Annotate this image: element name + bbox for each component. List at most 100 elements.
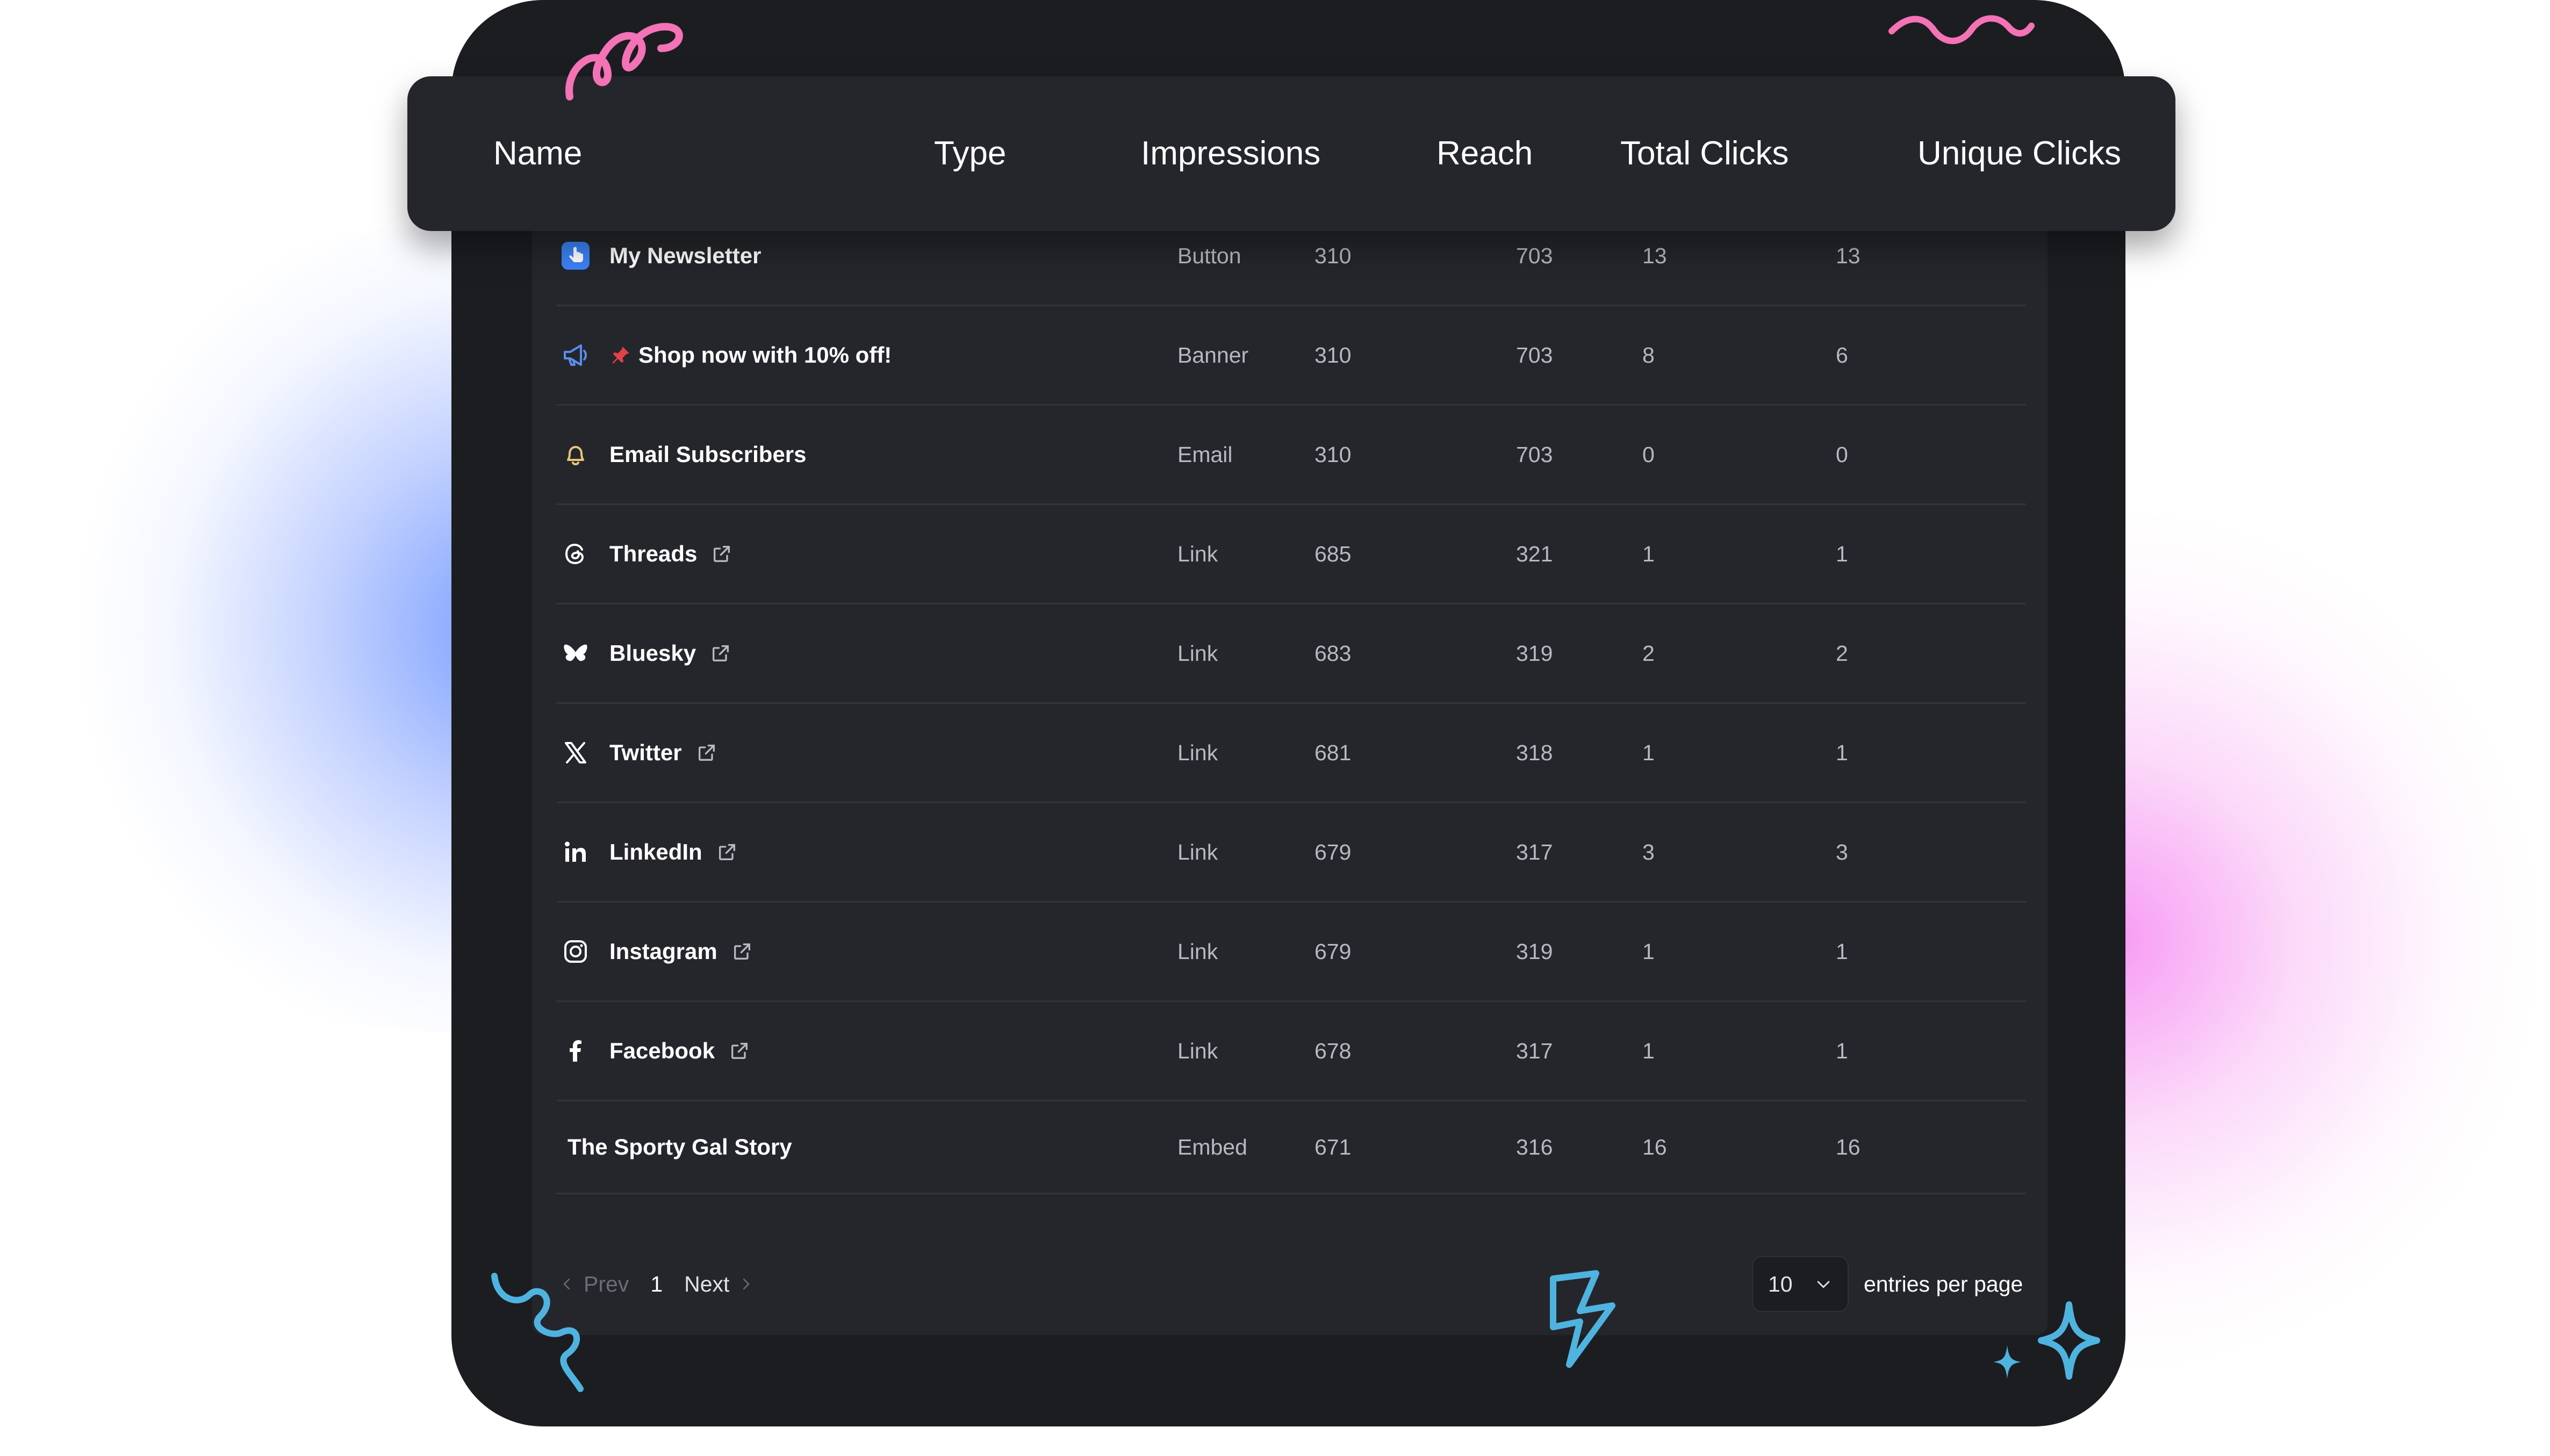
- cell-type: Embed: [1177, 1134, 1247, 1159]
- row-name-label: Shop now with 10% off!: [638, 342, 892, 367]
- cell-unique: 16: [1836, 1134, 1861, 1159]
- row-name-label: Twitter: [609, 740, 682, 765]
- chevron-down-icon: [1817, 1281, 1830, 1288]
- row-name-label: Threads: [609, 541, 698, 566]
- pink-wave-top-right: [1888, 15, 2035, 45]
- cell-type: Link: [1177, 839, 1218, 864]
- external-link-icon[interactable]: [716, 841, 738, 863]
- column-header-impressions[interactable]: Impressions: [1141, 76, 1320, 231]
- cell-name[interactable]: Shop now with 10% off!: [557, 306, 892, 404]
- bluesky-icon: [557, 635, 594, 672]
- pushpin-icon: [609, 344, 632, 366]
- column-header-total-clicks[interactable]: Total Clicks: [1620, 76, 1789, 231]
- cell-name[interactable]: Email Subscribers: [557, 406, 807, 503]
- cell-impressions: 683: [1314, 640, 1352, 666]
- cell-total: 16: [1642, 1134, 1667, 1159]
- cell-type: Link: [1177, 939, 1218, 964]
- cell-impressions: 681: [1314, 740, 1352, 765]
- page-number-1[interactable]: 1: [650, 1272, 663, 1297]
- cell-impressions: 310: [1314, 442, 1352, 467]
- table-row[interactable]: LinkedIn Link 679 317 3 3: [557, 803, 2026, 903]
- facebook-icon: [557, 1032, 594, 1070]
- cell-impressions: 678: [1314, 1038, 1352, 1063]
- cell-total: 1: [1642, 939, 1655, 964]
- cell-impressions: 671: [1314, 1134, 1352, 1159]
- cell-name[interactable]: Threads: [557, 505, 732, 603]
- external-link-icon[interactable]: [711, 543, 732, 565]
- table-row[interactable]: Twitter Link 681 318 1 1: [557, 704, 2026, 803]
- cell-total: 8: [1642, 342, 1655, 367]
- table-row[interactable]: Threads Link 685 321 1 1: [557, 505, 2026, 604]
- table-row[interactable]: The Sporty Gal Story Embed 671 316 16 16: [557, 1101, 2026, 1194]
- external-link-icon[interactable]: [729, 1040, 750, 1062]
- row-name-label: LinkedIn: [609, 839, 702, 864]
- threads-icon: [557, 535, 594, 573]
- instagram-icon: [557, 933, 594, 970]
- next-button[interactable]: Next: [684, 1272, 754, 1297]
- table-row[interactable]: Facebook Link 678 317 1 1: [557, 1002, 2026, 1101]
- cell-reach: 316: [1516, 1134, 1553, 1159]
- cell-impressions: 679: [1314, 839, 1352, 864]
- cell-total: 3: [1642, 839, 1655, 864]
- cell-reach: 319: [1516, 640, 1553, 666]
- cell-reach: 321: [1516, 541, 1553, 566]
- cell-impressions: 685: [1314, 541, 1352, 566]
- bell-icon: [557, 436, 594, 473]
- cell-name[interactable]: LinkedIn: [557, 803, 738, 901]
- cell-reach: 317: [1516, 1038, 1553, 1063]
- next-label: Next: [684, 1271, 730, 1296]
- sparkle-large-icon: [2038, 1301, 2100, 1380]
- per-page-control: 10 entries per page: [1752, 1256, 2023, 1312]
- megaphone-icon: [557, 336, 594, 374]
- cell-reach: 318: [1516, 740, 1553, 765]
- cell-type: Email: [1177, 442, 1233, 467]
- cell-total: 1: [1642, 1038, 1655, 1063]
- x-twitter-icon: [557, 734, 594, 772]
- per-page-value: 10: [1768, 1271, 1793, 1296]
- cell-unique: 1: [1836, 740, 1848, 765]
- cell-name[interactable]: Instagram: [557, 903, 753, 1000]
- cell-unique: 1: [1836, 1038, 1848, 1063]
- cell-unique: 2: [1836, 640, 1848, 666]
- table-body: My Newsletter Button 310 703 13 13 Shop now wi…: [557, 207, 2026, 1194]
- table-row[interactable]: Email Subscribers Email 310 703 0 0: [557, 406, 2026, 505]
- cell-reach: 703: [1516, 342, 1553, 367]
- cell-name[interactable]: The Sporty Gal Story: [557, 1101, 792, 1193]
- linkedin-icon: [557, 833, 594, 871]
- row-name-label: Facebook: [609, 1038, 715, 1063]
- cell-unique: 1: [1836, 939, 1848, 964]
- table-row[interactable]: Instagram Link 679 319 1 1: [557, 903, 2026, 1002]
- cell-unique: 6: [1836, 342, 1848, 367]
- column-header-type[interactable]: Type: [934, 76, 1006, 231]
- sparkle-small-icon: [1993, 1345, 2021, 1379]
- cell-total: 0: [1642, 442, 1655, 467]
- per-page-label: entries per page: [1864, 1271, 2023, 1296]
- cyan-squiggle-bottom-left: [491, 1273, 584, 1392]
- cell-total: 1: [1642, 541, 1655, 566]
- row-name-label: Instagram: [609, 939, 717, 964]
- per-page-select[interactable]: 10: [1752, 1256, 1849, 1312]
- cell-impressions: 310: [1314, 342, 1352, 367]
- cell-type: Link: [1177, 740, 1218, 765]
- row-name-label: Email Subscribers: [609, 442, 807, 467]
- cell-name[interactable]: Twitter: [557, 704, 717, 802]
- cell-type: Link: [1177, 541, 1218, 566]
- external-link-icon[interactable]: [710, 643, 731, 664]
- table-row[interactable]: Bluesky Link 683 319 2 2: [557, 604, 2026, 704]
- table-row[interactable]: Shop now with 10% off! Banner 310 703 8 6: [557, 306, 2026, 406]
- cell-type: Banner: [1177, 342, 1249, 367]
- column-header-reach[interactable]: Reach: [1436, 76, 1533, 231]
- chevron-right-icon: [743, 1279, 750, 1289]
- cell-name[interactable]: Bluesky: [557, 604, 731, 702]
- cell-total: 2: [1642, 640, 1655, 666]
- cell-type: Link: [1177, 640, 1218, 666]
- column-header-unique-clicks[interactable]: Unique Clicks: [1917, 76, 2121, 231]
- external-link-icon[interactable]: [696, 742, 717, 763]
- cell-reach: 319: [1516, 939, 1553, 964]
- cell-reach: 317: [1516, 839, 1553, 864]
- cell-type: Link: [1177, 1038, 1218, 1063]
- cell-reach: 703: [1516, 442, 1553, 467]
- external-link-icon[interactable]: [731, 941, 753, 962]
- cell-name[interactable]: Facebook: [557, 1002, 750, 1100]
- row-name-label: My Newsletter: [609, 243, 762, 268]
